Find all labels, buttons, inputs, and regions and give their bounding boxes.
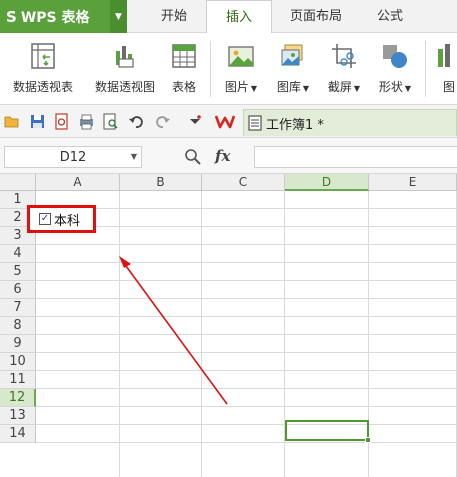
grid-line-horizontal bbox=[36, 406, 457, 407]
export-pdf-icon[interactable] bbox=[53, 113, 70, 130]
checkmark-icon: ✓ bbox=[40, 213, 50, 224]
grid-line-horizontal bbox=[36, 262, 457, 263]
undo-icon[interactable] bbox=[128, 113, 145, 130]
grid-line-horizontal bbox=[36, 226, 457, 227]
customize-icon[interactable] bbox=[186, 113, 203, 130]
grid-line-horizontal bbox=[36, 316, 457, 317]
row-header-12[interactable]: 12 bbox=[0, 389, 36, 407]
ribbon-insert: 数据透视表 数据透视图 表格 图片 ▼ 图库 ▼ 截屏 ▼ 形状 ▼ 图 bbox=[0, 33, 457, 105]
pivot-table-label: 数据透视表 bbox=[12, 80, 73, 94]
selected-cell-d12[interactable] bbox=[285, 420, 371, 443]
name-box-dropdown-icon[interactable]: ▼ bbox=[131, 152, 137, 161]
tab-page-layout[interactable]: 页面布局 bbox=[278, 0, 354, 33]
menu-tab-bar: S WPS 表格 ▼ 开始 插入 页面布局 公式 bbox=[0, 0, 457, 34]
open-folder-icon[interactable] bbox=[4, 113, 21, 130]
screenshot-dropdown-icon: ▼ bbox=[353, 84, 361, 93]
grid-line-horizontal bbox=[36, 352, 457, 353]
row-header-13[interactable]: 13 bbox=[0, 407, 36, 425]
document-tab[interactable]: 工作簿1 * bbox=[243, 109, 457, 136]
name-box[interactable]: D12 ▼ bbox=[4, 146, 142, 168]
print-icon[interactable] bbox=[78, 113, 95, 130]
row-header-10[interactable]: 10 bbox=[0, 353, 36, 371]
app-menu-dropdown[interactable]: ▼ bbox=[110, 0, 127, 33]
checkbox-icon[interactable]: ✓ bbox=[39, 213, 51, 225]
gallery-icon bbox=[281, 44, 303, 66]
grid-line-horizontal bbox=[36, 298, 457, 299]
column-header-e[interactable]: E bbox=[369, 174, 457, 191]
gallery-label: 图库 bbox=[276, 80, 301, 94]
chart-icon bbox=[438, 44, 450, 67]
screenshot-button[interactable]: 截屏 ▼ bbox=[320, 37, 368, 101]
table-icon bbox=[172, 44, 196, 68]
formula-input[interactable] bbox=[254, 146, 457, 168]
wps-logo-icon: S bbox=[6, 7, 17, 26]
row-header-6[interactable]: 6 bbox=[0, 281, 36, 299]
pivot-chart-icon bbox=[116, 46, 134, 68]
picture-dropdown-icon: ▼ bbox=[250, 84, 258, 93]
tab-start[interactable]: 开始 bbox=[142, 0, 206, 33]
shapes-label: 形状 bbox=[378, 80, 403, 94]
shapes-dropdown-icon: ▼ bbox=[404, 84, 412, 93]
column-header-b[interactable]: B bbox=[120, 174, 202, 191]
name-box-value: D12 bbox=[59, 149, 87, 165]
checkbox-label: 本科 bbox=[54, 213, 81, 229]
table-label: 表格 bbox=[171, 80, 196, 94]
fill-handle[interactable] bbox=[365, 437, 371, 443]
row-header-9[interactable]: 9 bbox=[0, 335, 36, 353]
row-header-7[interactable]: 7 bbox=[0, 299, 36, 317]
chart-label: 图 bbox=[442, 80, 455, 94]
column-header-d[interactable]: D bbox=[285, 174, 369, 191]
grid-line-horizontal bbox=[36, 244, 457, 245]
column-header-c[interactable]: C bbox=[202, 174, 285, 191]
row-header-4[interactable]: 4 bbox=[0, 245, 36, 263]
row-header-8[interactable]: 8 bbox=[0, 317, 36, 335]
quick-access-toolbar: 工作簿1 * bbox=[0, 105, 457, 138]
formula-bar: D12 ▼ fx bbox=[0, 138, 457, 174]
ribbon-separator bbox=[425, 41, 426, 97]
spreadsheet-file-icon bbox=[248, 115, 262, 131]
tab-insert[interactable]: 插入 bbox=[206, 0, 272, 34]
column-header-a[interactable]: A bbox=[36, 174, 120, 191]
row-header-11[interactable]: 11 bbox=[0, 371, 36, 389]
grid-line-horizontal bbox=[36, 334, 457, 335]
insert-function-button[interactable]: fx bbox=[215, 147, 230, 165]
picture-button[interactable]: 图片 ▼ bbox=[218, 37, 264, 101]
pivot-chart-button[interactable]: 数据透视图 bbox=[86, 37, 164, 101]
redo-icon[interactable] bbox=[154, 113, 171, 130]
ribbon-separator bbox=[210, 41, 211, 97]
grid-line-horizontal bbox=[36, 280, 457, 281]
save-icon[interactable] bbox=[29, 113, 46, 130]
row-header-14[interactable]: 14 bbox=[0, 425, 36, 443]
chart-button[interactable]: 图 bbox=[434, 37, 457, 101]
document-tab-title: 工作簿1 * bbox=[266, 117, 324, 133]
select-all-corner[interactable] bbox=[0, 174, 36, 191]
row-header-5[interactable]: 5 bbox=[0, 263, 36, 281]
find-icon[interactable] bbox=[184, 148, 202, 166]
grid-line-horizontal bbox=[36, 370, 457, 371]
wps-icon[interactable] bbox=[214, 113, 236, 130]
pivot-table-icon bbox=[31, 43, 55, 69]
shapes-button[interactable]: 形状 ▼ bbox=[372, 37, 418, 101]
print-preview-icon[interactable] bbox=[102, 113, 119, 130]
picture-icon bbox=[228, 46, 254, 67]
table-button[interactable]: 表格 bbox=[166, 37, 202, 101]
tab-formula[interactable]: 公式 bbox=[360, 0, 420, 33]
gallery-dropdown-icon: ▼ bbox=[302, 84, 310, 93]
screenshot-icon bbox=[332, 44, 356, 68]
grid-line-horizontal bbox=[36, 388, 457, 389]
picture-label: 图片 bbox=[224, 80, 249, 94]
shapes-icon bbox=[383, 45, 407, 68]
app-menu-button[interactable]: S WPS 表格 bbox=[0, 0, 110, 33]
pivot-chart-label: 数据透视图 bbox=[94, 80, 155, 94]
pivot-table-button[interactable]: 数据透视表 bbox=[6, 37, 80, 101]
grid-line-horizontal bbox=[36, 208, 457, 209]
checkbox-control-highlight[interactable]: ✓ 本科 bbox=[27, 205, 96, 233]
gallery-button[interactable]: 图库 ▼ bbox=[268, 37, 318, 101]
grid-line-horizontal bbox=[36, 442, 457, 443]
grid-line-horizontal bbox=[36, 424, 457, 425]
screenshot-label: 截屏 bbox=[327, 80, 352, 94]
app-name: WPS 表格 bbox=[20, 9, 90, 26]
